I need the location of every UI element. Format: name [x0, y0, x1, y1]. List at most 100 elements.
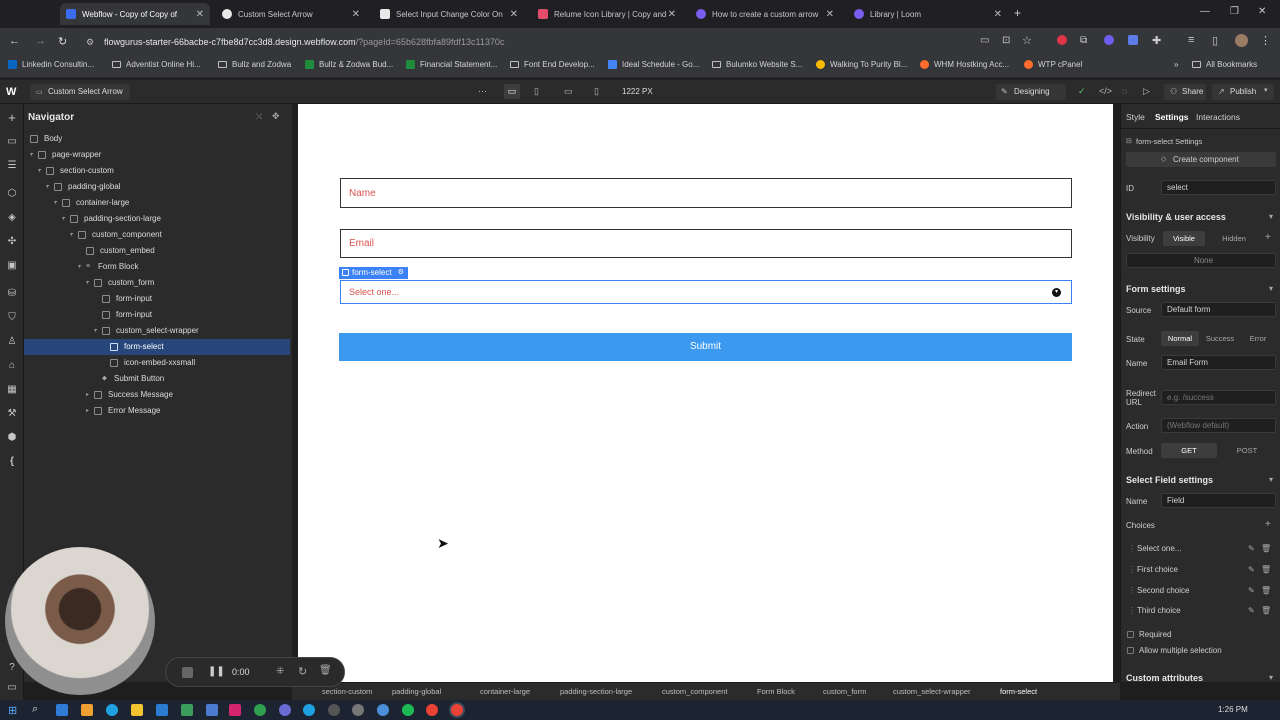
nav-item-section-custom[interactable]: ▾ section-custom: [38, 163, 114, 179]
tab-interactions[interactable]: Interactions: [1196, 112, 1240, 122]
tab-style[interactable]: Style: [1126, 112, 1145, 122]
taskbar-app-icon[interactable]: [352, 704, 364, 716]
bookmark-item[interactable]: Walking To Purity Bl...: [816, 60, 907, 69]
tab-settings[interactable]: Settings: [1155, 112, 1189, 122]
breadcrumb-item[interactable]: custom_component: [662, 687, 727, 696]
taskbar-app-icon[interactable]: [181, 704, 193, 716]
chevron-down-icon[interactable]: ▾: [1269, 673, 1273, 682]
logic-icon[interactable]: ⌂: [6, 360, 18, 372]
chrome-active-icon[interactable]: [451, 704, 463, 716]
nav-item-form-input[interactable]: form-input: [102, 307, 152, 323]
breadcrumb-item[interactable]: custom_select-wrapper: [893, 687, 971, 696]
action-input[interactable]: (Webflow default): [1161, 418, 1276, 433]
search-icon[interactable]: ⌕: [32, 703, 38, 716]
screen-icon[interactable]: ▭: [980, 35, 989, 46]
navigator-icon[interactable]: ☰: [6, 160, 18, 172]
video-icon[interactable]: ▭: [6, 682, 18, 694]
chrome-icon[interactable]: [426, 704, 438, 716]
chevron-down-icon[interactable]: ▾: [94, 323, 102, 339]
extension-icon[interactable]: ⧉: [1080, 35, 1087, 46]
source-select[interactable]: Default form: [1161, 302, 1276, 317]
ecommerce-icon[interactable]: ⛉: [6, 312, 18, 324]
add-element-icon[interactable]: +: [6, 111, 18, 124]
nav-item-padding-global[interactable]: ▾ padding-global: [46, 179, 121, 195]
forward-icon[interactable]: →: [35, 35, 46, 47]
desktop-breakpoint-icon[interactable]: ▭: [504, 84, 520, 99]
chevron-down-icon[interactable]: ▾: [70, 227, 78, 243]
nav-item-icon-embed[interactable]: icon-embed-xxsmall: [110, 355, 195, 371]
extensions-puzzle-icon[interactable]: ✚: [1152, 34, 1161, 47]
bookmark-item[interactable]: Linkedin Consultin...: [8, 60, 94, 69]
drag-handle-icon[interactable]: ⋮: [1128, 586, 1136, 595]
edge-icon[interactable]: [106, 704, 118, 716]
form-select[interactable]: Select one... ▾: [340, 280, 1072, 304]
bookmark-item[interactable]: Adventist Online Hi...: [112, 60, 201, 69]
state-success[interactable]: Success: [1201, 331, 1239, 346]
bookmark-item[interactable]: WTP cPanel: [1024, 60, 1082, 69]
nav-item-form-block[interactable]: ▾ ≡ Form Block: [78, 259, 138, 275]
chevron-down-icon[interactable]: ▾: [78, 259, 86, 275]
grid-icon[interactable]: ⁜: [276, 666, 284, 677]
bookmark-item[interactable]: Bullz & Zodwa Bud...: [305, 60, 393, 69]
nav-item-success-message[interactable]: ▸ Success Message: [86, 387, 173, 403]
trash-icon[interactable]: 🗑: [1261, 606, 1271, 615]
nav-item-body[interactable]: Body: [30, 131, 62, 147]
close-tab-icon[interactable]: ✕: [994, 9, 1002, 20]
kebab-menu-icon[interactable]: ⋮: [1260, 34, 1271, 47]
bookmark-item[interactable]: WHM Hostking Acc...: [920, 60, 1009, 69]
bookmark-item[interactable]: Bulumko Website S...: [712, 60, 802, 69]
nav-item-custom-component[interactable]: ▾ custom_component: [70, 227, 162, 243]
bookmark-star-icon[interactable]: ☆: [1022, 34, 1032, 47]
choice-item[interactable]: First choice: [1137, 565, 1178, 574]
field-name-input[interactable]: Field: [1161, 493, 1276, 508]
help-icon[interactable]: ?: [6, 662, 18, 674]
method-post[interactable]: POST: [1219, 443, 1275, 458]
choice-item[interactable]: Select one...: [1137, 544, 1181, 553]
pause-icon[interactable]: ❚❚: [208, 666, 225, 677]
webcam-bubble[interactable]: [5, 547, 155, 695]
extension-icon[interactable]: [1057, 35, 1067, 45]
nav-item-custom-embed[interactable]: custom_embed: [86, 243, 155, 259]
custom-code-icon[interactable]: {: [6, 456, 18, 468]
breadcrumb-item[interactable]: section-custom: [322, 687, 372, 696]
site-info-icon[interactable]: ⚙: [86, 32, 94, 52]
chevron-down-icon[interactable]: ▾: [1269, 212, 1273, 221]
id-input[interactable]: select: [1161, 180, 1276, 195]
bookmark-item[interactable]: Bullz and Zodwa: [218, 60, 291, 69]
vscode-icon[interactable]: [156, 704, 168, 716]
browser-tab[interactable]: Relume Icon Library | Copy and ✕: [532, 3, 682, 25]
taskbar-app-icon[interactable]: [303, 704, 315, 716]
install-icon[interactable]: ⊡: [1002, 35, 1010, 46]
method-get[interactable]: GET: [1161, 443, 1217, 458]
preview-play-icon[interactable]: ▷: [1143, 86, 1150, 97]
nav-item-form-input[interactable]: form-input: [102, 291, 152, 307]
browser-tab[interactable]: Webflow - Copy of Copy of ✕: [60, 3, 210, 25]
style-selectors-icon[interactable]: ◈: [6, 212, 18, 224]
browser-tab[interactable]: Library | Loom ✕: [848, 3, 1008, 25]
reload-icon[interactable]: ↻: [58, 35, 67, 48]
breadcrumb-item[interactable]: custom_form: [823, 687, 866, 696]
spotify-icon[interactable]: [402, 704, 414, 716]
cms-icon[interactable]: ⛁: [6, 288, 18, 300]
code-icon[interactable]: </>: [1099, 86, 1112, 96]
breadcrumb-item[interactable]: padding-global: [392, 687, 441, 696]
maximize-icon[interactable]: ❐: [1230, 6, 1239, 17]
extension-icon[interactable]: [1104, 35, 1114, 45]
trash-icon[interactable]: 🗑: [319, 665, 332, 676]
profile-avatar[interactable]: [1235, 34, 1248, 47]
close-tab-icon[interactable]: ✕: [510, 9, 518, 20]
taskbar-app-icon[interactable]: [206, 704, 218, 716]
chevron-right-icon[interactable]: ▸: [86, 387, 94, 403]
more-breakpoints-icon[interactable]: ⋯: [478, 86, 487, 97]
apps-icon[interactable]: ▦: [6, 384, 18, 396]
email-input[interactable]: Email: [340, 229, 1072, 258]
breadcrumb-item[interactable]: container-large: [480, 687, 530, 696]
taskbar-app-icon[interactable]: [81, 704, 93, 716]
new-tab-icon[interactable]: +: [1014, 6, 1021, 20]
choice-item[interactable]: Second choice: [1137, 586, 1189, 595]
breadcrumb-item[interactable]: Form Block: [757, 687, 795, 696]
browser-tab[interactable]: Select Input Change Color On ✕: [374, 3, 524, 25]
bookmark-item[interactable]: Ideal Schedule - Go...: [608, 60, 699, 69]
drag-handle-icon[interactable]: ⋮: [1128, 544, 1136, 553]
more-bookmarks-icon[interactable]: »: [1174, 60, 1178, 69]
